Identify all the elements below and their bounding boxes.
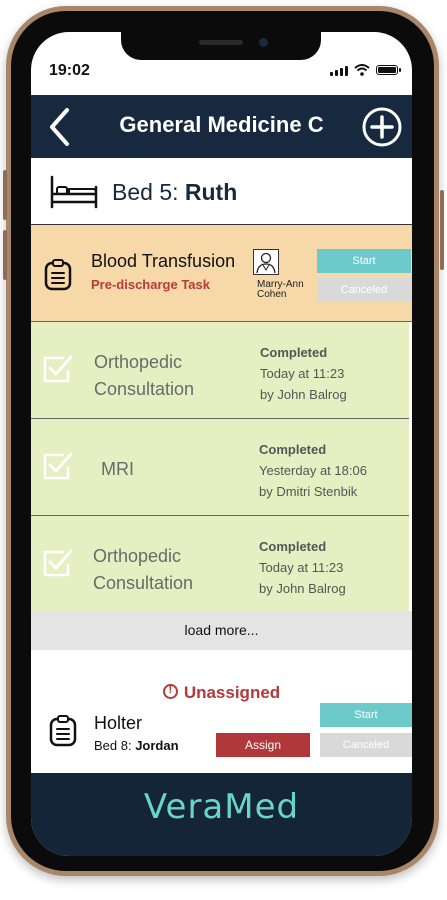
doctor-avatar-icon [256, 252, 276, 274]
bed-header: Bed 5: Ruth [31, 158, 412, 225]
completed-by: by John Balrog [260, 387, 347, 402]
patient-name: Ruth [184, 179, 238, 205]
checkbox-checked-icon [43, 452, 73, 480]
bed-prefix: Bed 8: [94, 738, 136, 753]
status-time: 19:02 [49, 62, 90, 79]
checkbox-checked-icon [43, 549, 73, 577]
app-header: General Medicine C [31, 95, 412, 158]
completion-time: Yesterday at 18:06 [259, 463, 367, 478]
completed-by: by Dmitri Stenbik [259, 484, 358, 499]
task-name-line1: Orthopedic [93, 546, 182, 566]
volume-button-up [3, 170, 7, 220]
completion-info: Completed Today at 11:23 by John Balrog [260, 342, 347, 405]
completion-time: Today at 11:23 [260, 366, 345, 381]
power-button [440, 190, 444, 270]
unassigned-task-bed: Bed 8: Jordan [94, 738, 179, 753]
completion-info: Completed Today at 11:23 by John Balrog [259, 536, 346, 599]
battery-icon [376, 65, 401, 75]
completion-info: Completed Yesterday at 18:06 by Dmitri S… [259, 439, 367, 502]
start-button[interactable]: Start [320, 703, 412, 727]
task-name-line1: Orthopedic [94, 352, 183, 372]
completed-task-card[interactable]: Orthopedic Consultation Completed Today … [31, 516, 409, 613]
app-screen: 19:02 General Medicine C Bed 5: Ruth Blo… [31, 32, 412, 856]
clipboard-icon [44, 259, 72, 291]
assign-button[interactable]: Assign [216, 733, 310, 757]
patient-name: Jordan [135, 738, 179, 753]
speaker-grille [199, 40, 243, 45]
status-icons [330, 64, 401, 76]
checkbox-checked-icon [43, 355, 73, 383]
task-name: Orthopedic Consultation [93, 543, 193, 597]
task-name: Blood Transfusion [91, 251, 236, 271]
bed-label: Bed 5: Ruth [112, 179, 237, 206]
assignee-name: Marry-Ann Cohen [257, 279, 304, 300]
assignee-avatar [253, 249, 279, 275]
unassigned-heading: Unassigned [31, 683, 412, 703]
signal-icon [330, 65, 348, 76]
wifi-icon [354, 64, 370, 76]
canceled-button[interactable]: Canceled [320, 733, 412, 757]
canceled-button[interactable]: Canceled [317, 278, 411, 302]
camera-icon [259, 38, 268, 47]
bed-icon [50, 175, 98, 209]
task-name-line2: Consultation [93, 573, 194, 593]
task-name: MRI [101, 456, 134, 483]
active-task-card[interactable]: Blood Transfusion Pre-discharge Task Mar… [31, 225, 412, 322]
completion-status: Completed [259, 539, 327, 554]
load-more-button[interactable]: load more... [31, 611, 412, 650]
task-subtitle: Pre-discharge Task [91, 277, 210, 292]
completion-status: Completed [259, 442, 327, 457]
bed-prefix: Bed 5: [112, 179, 185, 205]
completed-task-card[interactable]: Orthopedic Consultation Completed Today … [31, 322, 409, 419]
task-name-line1: MRI [101, 459, 134, 479]
plus-circle-icon [362, 107, 402, 147]
page-title: General Medicine C [119, 112, 324, 137]
notch [121, 32, 321, 60]
completion-time: Today at 11:23 [259, 560, 344, 575]
brand-logo: VeraMed [143, 787, 300, 827]
volume-button-down [3, 230, 7, 280]
task-name-line2: Consultation [94, 379, 195, 399]
alert-circle-icon [162, 684, 178, 699]
completed-by: by John Balrog [259, 581, 346, 596]
completion-status: Completed [260, 345, 328, 360]
add-task-button[interactable] [362, 107, 402, 147]
completed-task-card[interactable]: MRI Completed Yesterday at 18:06 by Dmit… [31, 419, 409, 516]
unassigned-task-name: Holter [94, 713, 143, 733]
clipboard-icon [49, 715, 77, 747]
start-button[interactable]: Start [317, 249, 411, 273]
app-footer: VeraMed [31, 773, 412, 856]
unassigned-label: Unassigned [183, 683, 281, 702]
task-name: Orthopedic Consultation [94, 349, 194, 403]
